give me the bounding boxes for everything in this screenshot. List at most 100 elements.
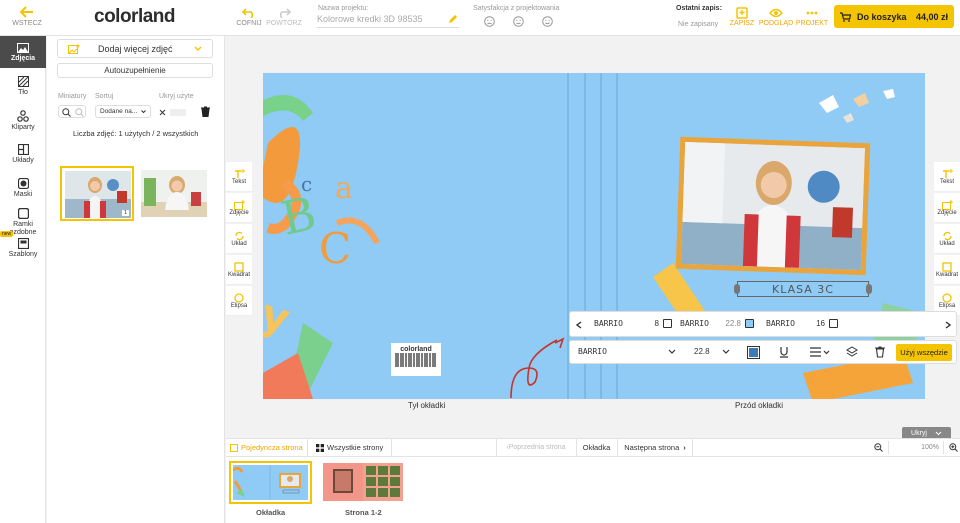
last-save-label: Ostatni zapis: [676,5,722,12]
zoom-out-icon[interactable] [874,443,883,452]
zoom-in-icon[interactable] [75,108,84,117]
layers-icon[interactable] [846,346,858,358]
single-page-icon [230,443,238,452]
page-navigation-bar: Pojedyncza strona Wszystkie strony ‹ Pop… [226,438,960,457]
sidebar-item-label: Zdjęcia [10,54,36,62]
svg-text:C: C [319,224,351,273]
font-preset-1[interactable]: BARRIO 8 [594,319,672,328]
photo-thumbnail-1[interactable]: 1 [60,166,134,221]
sidebar-item-layouts[interactable]: Układy [0,138,46,170]
autofill-button[interactable]: Autouzupełnienie [57,63,213,78]
underline-icon[interactable] [779,346,789,358]
sad-face-icon[interactable] [484,16,495,27]
sidebar-item-label: Układy [12,157,34,164]
chevron-right-icon[interactable] [945,321,951,329]
trash-icon[interactable] [875,346,885,358]
ellipse-tool[interactable]: Elipsa [226,286,252,316]
all-pages-label: Wszystkie strony [327,443,384,452]
single-page-tab[interactable]: Pojedyncza strona [226,439,308,456]
arrow-left-icon [20,6,33,18]
add-to-cart-button[interactable]: Do koszyka 44,00 zł [834,5,954,28]
sidebar-item-label: Maski [13,191,33,198]
tool-label: Tekst [939,178,954,185]
zoom-out-icon[interactable] [62,108,71,117]
photo-thumbnail-2[interactable] [141,170,207,217]
sort-select[interactable]: Dodane na... [95,105,151,118]
tool-label: Elipsa [938,302,956,309]
back-label: WSTECZ [12,20,42,27]
font-preset-3[interactable]: BARRIO 16 [766,319,838,328]
undo-button[interactable]: COFNIJ [236,8,262,27]
font-size-select[interactable]: 22.8 [694,347,730,356]
square-tool[interactable]: Kwadrat [226,255,252,285]
preview-button[interactable]: PODGLĄD [759,7,793,27]
add-photos-dropdown[interactable]: Dodaj więcej zdjęć [57,39,213,58]
text-color-swatch[interactable] [747,346,760,359]
class-label-box[interactable]: KLASA 3C [734,281,872,297]
sidebar-item-photos[interactable]: Zdjęcia [0,36,46,68]
chevron-down-icon [668,349,676,354]
layout-tool[interactable]: Układ [934,224,960,254]
image-add-icon [233,199,245,210]
project-name-field[interactable]: Kolorowe kredki 3D 98535 [317,14,459,28]
add-text-tool[interactable]: Tekst [934,162,960,192]
thumbnails-label: Miniatury [58,93,87,100]
sidebar-item-background[interactable]: Tło [0,70,46,102]
sidebar-item-cliparts[interactable]: Kliparty [0,104,46,136]
refresh-icon [942,231,952,240]
align-icon[interactable] [810,347,830,357]
template-icon [17,238,29,249]
sidebar-item-templates[interactable]: Szablony [0,232,46,264]
tool-label: Zdjęcie [937,209,957,216]
sidebar-item-masks[interactable]: Maski [0,172,46,204]
satisfaction-rating [484,16,553,27]
apply-everywhere-button[interactable]: Użyj wszędzie [896,344,952,361]
add-text-tool[interactable]: Tekst [226,162,252,192]
photos-panel: Dodaj więcej zdjęć Autouzupełnienie Mini… [47,36,225,523]
save-button[interactable]: ZAPISZ [730,7,754,27]
square-icon [942,261,952,272]
last-save-value: Nie zapisany [678,21,719,28]
back-button[interactable]: WSTECZ [10,6,44,27]
project-menu-button[interactable]: PROJEKT [796,7,828,27]
redo-button[interactable]: POWTÓRZ [266,8,302,27]
satisfaction-label: Satysfakcja z projektowania [473,5,560,12]
font-preset-2[interactable]: BARRIO 22.8 [680,319,754,328]
back-cover-label: Tył okładki [408,401,446,410]
zoom-in-icon[interactable] [949,443,958,452]
hide-used-toggle[interactable] [159,107,187,117]
chevron-down-icon [194,46,202,51]
page-thumb-cover[interactable] [229,461,312,504]
cover-photo-frame[interactable] [675,136,871,276]
add-photo-tool[interactable]: Zdjęcie [934,193,960,223]
trash-icon[interactable] [201,106,210,117]
prev-page-button[interactable]: ‹ Poprzednia strona [496,439,575,456]
layout-tool[interactable]: Układ [226,224,252,254]
barcode-label: colorland [391,343,441,376]
all-pages-tab[interactable]: Wszystkie strony [316,439,392,456]
next-page-label: Następna strona [624,443,680,452]
tools-sidebar: Zdjęcia Tło Kliparty Układy Maski Ramki … [0,36,46,523]
zoom-level[interactable]: 100% [888,441,944,454]
neutral-face-icon[interactable] [513,16,524,27]
apply-everywhere-label: Użyj wszędzie [900,348,948,357]
close-icon [159,109,166,115]
next-page-button[interactable]: Następna strona › [617,439,693,456]
barcode-brand: colorland [400,346,432,353]
chevron-left-icon[interactable] [576,321,582,329]
font-family-select[interactable]: BARRIO [578,347,676,356]
page-thumb-spread-1-2[interactable] [323,463,403,501]
image-add-icon [941,199,953,210]
square-tool[interactable]: Kwadrat [934,255,960,285]
thumbnail-size-control [58,105,86,118]
add-photo-tool[interactable]: Zdjęcie [226,193,252,223]
layout-icon [17,144,29,155]
happy-face-icon[interactable] [542,16,553,27]
current-page: Okładka [576,439,616,456]
zoom-value: 100% [921,444,939,451]
page-thumb-label: Okładka [256,508,286,517]
clipart-icon [17,109,29,122]
add-image-icon [68,43,80,54]
svg-text:B: B [276,186,320,246]
cart-price: 44,00 zł [915,11,948,22]
